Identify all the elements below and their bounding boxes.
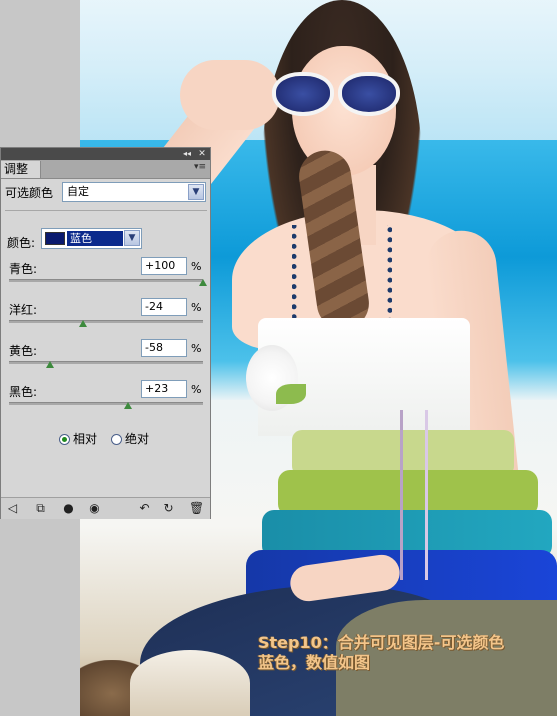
divider: [5, 210, 207, 211]
color-value: 蓝色: [66, 230, 124, 247]
right-lens: [338, 72, 400, 116]
hand-on-glasses: [180, 60, 280, 130]
clip-layer-icon[interactable]: ⧉: [33, 501, 48, 516]
cyan-slider-track[interactable]: [9, 279, 207, 286]
adjustments-panel: ◂◂ ✕ 调整 ▾≡ 可选颜色 自定 ▼ 颜色: 蓝色 ▼ 青色: +100 %…: [0, 147, 211, 519]
cyan-input[interactable]: +100: [141, 257, 187, 275]
left-lens: [272, 72, 334, 116]
skirt-ruffle: [130, 650, 250, 716]
black-slider-track[interactable]: [9, 402, 203, 409]
previous-state-icon[interactable]: ↶: [137, 501, 152, 516]
color-swatch: [45, 232, 65, 245]
radio-absolute[interactable]: 绝对: [111, 430, 149, 447]
magenta-input[interactable]: -24: [141, 298, 187, 316]
yellow-slider-thumb[interactable]: [45, 361, 54, 368]
waist-cord: [400, 410, 428, 580]
caption-line-2: 蓝色，数值如图: [258, 653, 371, 672]
back-arrow-icon[interactable]: ◁: [5, 501, 20, 516]
tab-row: 调整 ▾≡: [1, 160, 210, 179]
chevron-down-icon[interactable]: ▼: [124, 230, 140, 246]
radio-relative[interactable]: 相对: [59, 430, 97, 447]
panel-title: 可选颜色: [5, 186, 54, 200]
color-label: 颜色:: [7, 236, 36, 250]
yellow-input[interactable]: -58: [141, 339, 187, 357]
cyan-unit: %: [191, 260, 202, 273]
yellow-unit: %: [191, 342, 202, 355]
tab-adjustments[interactable]: 调整: [1, 161, 41, 178]
magenta-label: 洋红:: [9, 303, 38, 317]
radio-absolute-indicator[interactable]: [111, 434, 122, 445]
leaf: [276, 384, 306, 404]
magenta-unit: %: [191, 301, 202, 314]
radio-relative-indicator[interactable]: [59, 434, 70, 445]
caption-line-1: Step10：合并可见图层-可选颜色: [258, 633, 505, 652]
panel-title-strip[interactable]: ◂◂ ✕: [1, 148, 210, 160]
radio-relative-label: 相对: [73, 432, 98, 446]
sunglasses: [268, 68, 400, 116]
close-icon[interactable]: ✕: [196, 148, 208, 160]
magenta-slider-track[interactable]: [9, 320, 203, 327]
cyan-slider-thumb[interactable]: [199, 279, 207, 286]
black-slider-thumb[interactable]: [124, 402, 133, 409]
cyan-label: 青色:: [9, 262, 38, 276]
color-select[interactable]: 蓝色 ▼: [41, 228, 142, 249]
radio-absolute-label: 绝对: [125, 432, 150, 446]
reset-icon[interactable]: ↻: [161, 501, 176, 516]
preset-select[interactable]: 自定 ▼: [62, 182, 206, 202]
panel-menu-icon[interactable]: ▾≡: [194, 162, 206, 172]
preset-value: 自定: [67, 185, 89, 198]
yellow-label: 黄色:: [9, 344, 38, 358]
visibility-eye-toggle-icon[interactable]: ●: [61, 501, 76, 516]
double-chevron-icon[interactable]: ◂◂: [180, 148, 194, 160]
black-input[interactable]: +23: [141, 380, 187, 398]
chevron-down-icon[interactable]: ▼: [188, 184, 204, 200]
eye-icon[interactable]: ◉: [87, 501, 102, 516]
trash-icon[interactable]: 🗑: [189, 501, 204, 516]
yellow-slider-track[interactable]: [9, 361, 203, 368]
black-label: 黑色:: [9, 385, 38, 399]
step-caption: Step10：合并可见图层-可选颜色 蓝色，数值如图: [258, 633, 557, 673]
panel-footer: ◁ ⧉ ● ◉ ↶ ↻ 🗑: [1, 497, 210, 519]
black-unit: %: [191, 383, 202, 396]
magenta-slider-thumb[interactable]: [78, 320, 87, 327]
